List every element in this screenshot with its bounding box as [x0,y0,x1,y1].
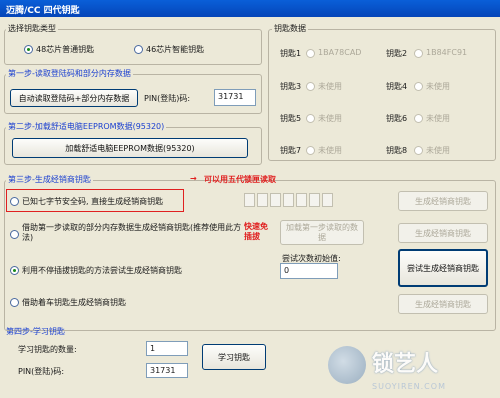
key-slot-radio [306,49,315,58]
security-byte-field[interactable] [283,193,294,207]
key-slot-value: 未使用 [318,82,342,91]
key-slot-value: 未使用 [426,146,450,155]
generate-dealer-key-button-1[interactable]: 生成经销商钥匙 [398,191,488,211]
radio-46-chip[interactable] [134,45,143,54]
step1-title: 第一步-读取登陆码和部分内存数据 [6,68,133,79]
key-slot-value: 未使用 [318,114,342,123]
step1-pin-label: PIN(登陆)码: [144,94,191,103]
generate-dealer-key-button-3[interactable]: 生成经销商钥匙 [398,294,488,314]
radio-48-chip-label[interactable]: 48芯片普通钥匙 [36,44,94,55]
key-slot-label: 钥匙5 [280,114,302,123]
read-login-code-button[interactable]: 自动读取登陆码+部分内存数据 [10,89,138,107]
step3-title: 第三步-生成经销商钥匙 [6,174,93,185]
key-slot-value: 未使用 [426,114,450,123]
key-slot-label: 钥匙8 [386,146,408,155]
radio-use-step1-data-label[interactable]: 借助第一步读取的部分内存数据生成经销商钥匙(推荐使用此方法) [22,223,244,243]
key-slot-value: 1BA78CAD [318,48,362,57]
key-slot-radio [306,146,315,155]
watermark-text: 锁艺人 [372,352,439,377]
key-slot-label: 钥匙1 [280,49,302,58]
step3-annotation: 可以用五代锁匣读取 [204,175,276,184]
step4-pin-label: PIN(登陆)码: [18,367,65,376]
step1-pin-field[interactable]: 31731 [214,89,256,106]
step4-title: 第四步-学习钥匙 [6,327,65,336]
watermark-logo: 锁艺人 SUOYIREN.COM [328,342,500,398]
radio-use-running-key[interactable] [10,298,19,307]
key-slot-radio [306,114,315,123]
radio-48-chip[interactable] [24,45,33,54]
radio-known-security-code-label[interactable]: 已知七字节安全码, 直接生成经销商钥匙 [22,196,163,207]
step2-title: 第二步-加载舒适电脑EEPROM数据(95320) [6,121,167,132]
radio-known-security-code[interactable] [10,197,19,206]
learn-key-button[interactable]: 学习钥匙 [202,344,266,370]
load-step1-data-button[interactable]: 加载第一步读取的数据 [280,220,364,245]
main-window: 选择钥匙类型 48芯片普通钥匙 46芯片智能钥匙 钥匙数据 钥匙1 1BA78C… [0,17,500,398]
radio-plug-unplug[interactable] [10,266,19,275]
security-byte-field[interactable] [257,193,268,207]
key-slot-radio [414,82,423,91]
step4-count-label: 学习钥匙的数量: [18,345,77,354]
radio-use-running-key-label[interactable]: 借助着车钥匙生成经销商钥匙 [22,297,126,308]
key-slot-label: 钥匙6 [386,114,408,123]
watermark-icon [328,346,366,384]
key-slot-label: 钥匙3 [280,82,302,91]
key-slot-radio [414,146,423,155]
key-slot-radio [306,82,315,91]
window-title: 迈腾/CC 四代钥匙 [6,6,80,16]
security-byte-field[interactable] [296,193,307,207]
generate-dealer-key-button-2[interactable]: 生成经销商钥匙 [398,223,488,243]
key-slot-radio [414,49,423,58]
key-data-title: 钥匙数据 [272,23,308,34]
step3-arrow: → [190,174,197,183]
security-byte-field[interactable] [309,193,320,207]
window-titlebar[interactable]: 迈腾/CC 四代钥匙 [0,0,500,17]
key-slot-value: 未使用 [426,82,450,91]
quick-label: 快速免插拔 [244,222,268,241]
key-slot-label: 钥匙7 [280,146,302,155]
key-slot-value: 未使用 [318,146,342,155]
key-type-title: 选择钥匙类型 [6,23,58,34]
security-byte-field[interactable] [322,193,333,207]
key-slot-value: 1B84FC91 [426,48,468,57]
try-generate-dealer-key-button[interactable]: 尝试生成经销商钥匙 [398,249,488,287]
key-slot-label: 钥匙4 [386,82,408,91]
step4-pin-field[interactable]: 31731 [146,363,188,378]
key-slot-radio [414,114,423,123]
radio-use-step1-data[interactable] [10,230,19,239]
key-slot-label: 钥匙2 [386,49,408,58]
load-eeprom-button[interactable]: 加载舒适电脑EEPROM数据(95320) [12,138,248,158]
security-byte-field[interactable] [270,193,281,207]
watermark-sub: SUOYIREN.COM [372,382,446,391]
try-count-field[interactable]: 0 [280,263,338,279]
security-byte-field[interactable] [244,193,255,207]
radio-plug-unplug-label[interactable]: 利用不停插拔钥匙的方法尝试生成经销商钥匙 [22,265,182,276]
radio-46-chip-label[interactable]: 46芯片智能钥匙 [146,44,204,55]
learn-count-field[interactable]: 1 [146,341,188,356]
